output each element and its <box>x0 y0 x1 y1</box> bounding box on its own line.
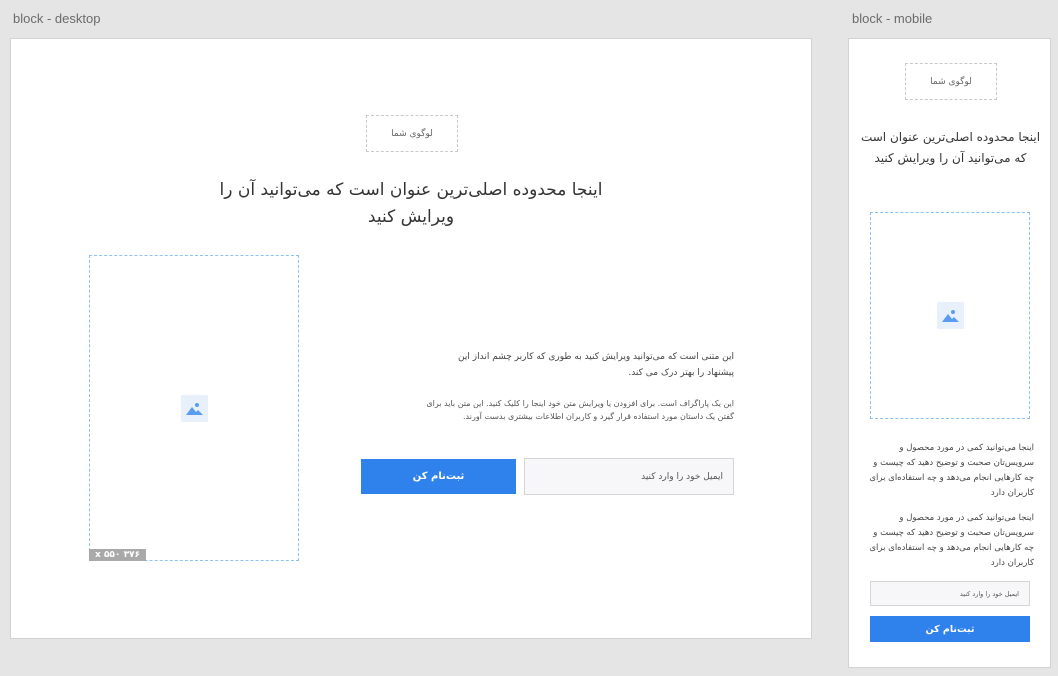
image-icon <box>936 302 964 329</box>
email-placeholder: ایمیل خود را وارد کنید <box>959 589 1019 598</box>
headline[interactable]: اینجا محدوده اصلی‌ترین عنوان است که می‌ت… <box>191 177 631 231</box>
image-icon <box>180 394 208 422</box>
headline[interactable]: اینجا محدوده اصلی‌ترین عنوان است که می‌ت… <box>859 127 1042 169</box>
image-placeholder[interactable] <box>870 212 1030 419</box>
mobile-frame-label: block - mobile <box>852 11 933 26</box>
paragraph-1[interactable]: این متنی است که می‌توانید ویرایش کنید به… <box>431 349 734 381</box>
logo-placeholder[interactable]: لوگوی شما <box>366 115 458 152</box>
mobile-frame: لوگوی شما اینجا محدوده اصلی‌ترین عنوان ا… <box>848 38 1051 668</box>
signup-button[interactable]: ثبت‌نام کن <box>870 616 1030 642</box>
email-placeholder: ایمیل خود را وارد کنید <box>641 471 723 482</box>
paragraph-1[interactable]: اینجا می‌توانید کمی در مورد محصول و سروی… <box>867 441 1034 501</box>
paragraph-2[interactable]: این یک پاراگراف است. برای افزودن یا ویرا… <box>421 397 734 423</box>
logo-placeholder[interactable]: لوگوی شما <box>905 63 997 100</box>
paragraph-2[interactable]: اینجا می‌توانید کمی در مورد محصول و سروی… <box>867 511 1034 571</box>
image-placeholder[interactable]: ۳۷۶ x ۵۵۰ <box>89 255 299 561</box>
logo-text: لوگوی شما <box>930 76 972 87</box>
logo-text: لوگوی شما <box>391 128 433 139</box>
desktop-frame-label: block - desktop <box>13 11 101 26</box>
signup-button-label: ثبت‌نام کن <box>412 471 465 482</box>
desktop-frame: لوگوی شما اینجا محدوده اصلی‌ترین عنوان ا… <box>10 38 812 639</box>
email-input[interactable]: ایمیل خود را وارد کنید <box>524 458 734 495</box>
image-size-tag: ۳۷۶ x ۵۵۰ <box>89 549 147 561</box>
signup-button-label: ثبت‌نام کن <box>925 623 975 635</box>
signup-button[interactable]: ثبت‌نام کن <box>361 459 516 494</box>
email-input[interactable]: ایمیل خود را وارد کنید <box>870 581 1030 606</box>
